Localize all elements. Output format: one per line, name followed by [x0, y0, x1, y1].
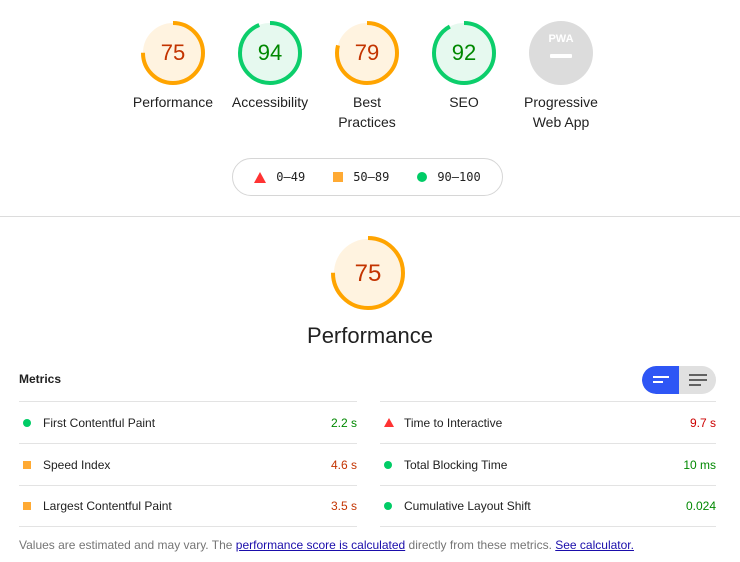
square-icon — [23, 460, 31, 469]
svg-text:PWA: PWA — [548, 33, 573, 45]
pwa-badge-icon: PWA — [529, 21, 593, 85]
metric-value: 4.6 s — [330, 457, 357, 472]
section-divider — [0, 216, 740, 217]
expanded-view-button[interactable] — [679, 366, 716, 394]
score-ring-seo: 92 — [432, 21, 496, 85]
metric-name: Speed Index — [43, 457, 111, 472]
metric-name: First Contentful Paint — [43, 415, 156, 430]
metric-row[interactable]: Time to Interactive 9.7 s — [380, 401, 716, 443]
triangle-icon — [384, 418, 394, 427]
gauge-performance[interactable]: 75 Performance — [118, 20, 228, 112]
gauge-seo[interactable]: 92 SEO — [409, 20, 519, 112]
score-legend: 0–49 50–89 90–100 — [232, 158, 503, 196]
category-label: Best Practices — [338, 94, 396, 130]
metrics-column-left: First Contentful Paint 2.2 s Speed Index… — [19, 401, 357, 527]
category-label: Performance — [132, 94, 214, 110]
metric-value: 2.2 s — [330, 415, 357, 430]
performance-title: Performance — [307, 323, 433, 348]
triangle-icon — [254, 171, 267, 183]
metric-name: Cumulative Layout Shift — [404, 499, 531, 513]
legend-average: 50–89 — [333, 170, 389, 184]
legend-pass: 90–100 — [417, 170, 481, 184]
gauge-accessibility[interactable]: 94 Accessibility — [215, 20, 325, 112]
score-value: 75 — [161, 40, 185, 65]
metrics-heading: Metrics — [19, 372, 62, 386]
score-value: 92 — [452, 40, 476, 65]
metrics-view-toggle[interactable] — [642, 366, 716, 394]
metric-value: 0.024 — [685, 499, 716, 513]
performance-score-value: 75 — [355, 260, 382, 287]
performance-score-gauge: 75 — [331, 236, 405, 310]
score-value: 79 — [355, 40, 379, 65]
legend-fail: 0–49 — [254, 170, 305, 184]
gauge-pwa[interactable]: PWA Progressive Web App — [506, 20, 616, 132]
square-icon — [23, 502, 31, 510]
category-label: SEO — [449, 94, 479, 110]
category-label: Progressive Web App — [524, 94, 598, 130]
gauge-best-practices[interactable]: 79 Best Practices — [312, 20, 422, 132]
metrics-column-right: Time to Interactive 9.7 s Total Blocking… — [380, 401, 716, 527]
circle-icon — [384, 502, 392, 510]
short-lines-icon — [652, 376, 669, 383]
metric-value: 10 ms — [683, 457, 716, 472]
metric-value: 9.7 s — [689, 415, 716, 430]
square-icon — [333, 172, 344, 182]
metric-row[interactable]: Speed Index 4.6 s — [19, 443, 357, 485]
metric-value: 3.5 s — [330, 499, 357, 513]
metric-row[interactable]: Total Blocking Time 10 ms — [380, 443, 716, 485]
metric-row[interactable]: Cumulative Layout Shift 0.024 — [380, 485, 716, 527]
metric-row[interactable]: First Contentful Paint 2.2 s — [19, 401, 357, 443]
score-ring-best-practices: 79 — [335, 21, 399, 85]
circle-icon — [23, 418, 31, 427]
circle-icon — [417, 172, 428, 182]
metric-name: Total Blocking Time — [404, 457, 508, 472]
long-lines-icon — [688, 374, 707, 386]
compact-view-button[interactable] — [642, 366, 679, 394]
metric-row[interactable]: Largest Contentful Paint 3.5 s — [19, 485, 357, 527]
metric-name: Time to Interactive — [404, 415, 503, 430]
score-calculation-link[interactable]: performance score is calculated — [236, 538, 405, 552]
metrics-footnote: Values are estimated and may vary. The p… — [19, 538, 634, 552]
category-label: Accessibility — [231, 94, 309, 110]
score-value: 94 — [258, 40, 282, 65]
circle-icon — [384, 460, 392, 469]
score-ring-performance: 75 — [141, 21, 205, 85]
see-calculator-link[interactable]: See calculator. — [555, 538, 634, 552]
metric-name: Largest Contentful Paint — [43, 499, 172, 513]
category-gauges: 75 Performance 94 Accessibility 79 Best … — [0, 20, 740, 140]
score-ring-accessibility: 94 — [238, 21, 302, 85]
